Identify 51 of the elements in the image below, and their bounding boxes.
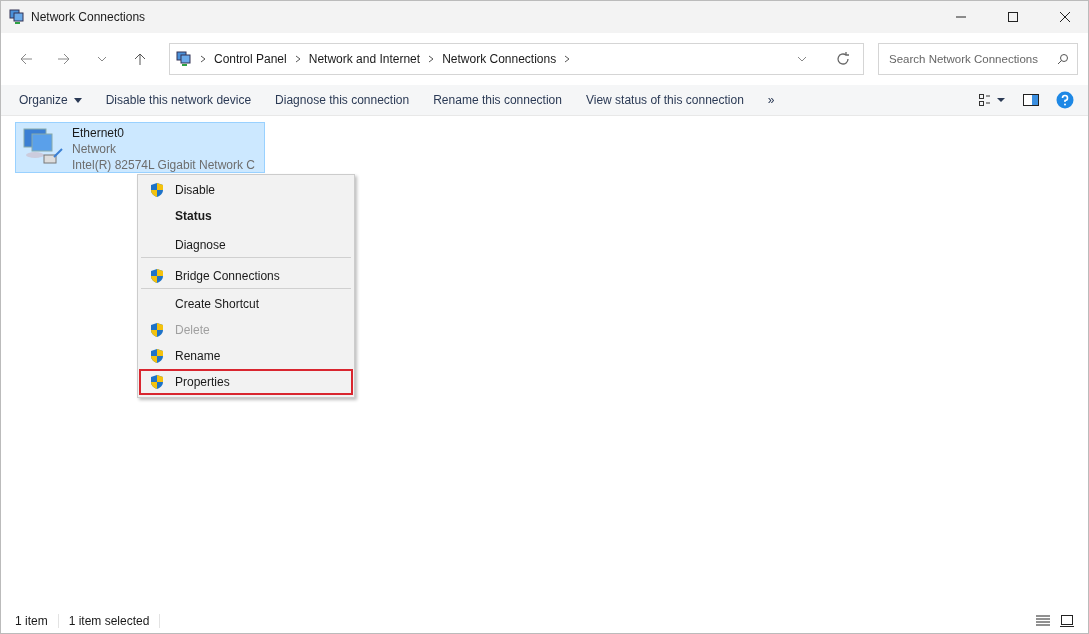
network-icon — [176, 51, 192, 67]
device-name: Intel(R) 82574L Gigabit Network C — [72, 157, 255, 173]
toolbar-button[interactable]: » — [757, 89, 785, 111]
large-icons-view-icon[interactable] — [1060, 615, 1074, 627]
chevron-icon — [294, 55, 301, 63]
connection-status: Network — [72, 141, 117, 157]
menu-item[interactable]: Bridge Connections — [139, 260, 353, 291]
menu-item[interactable]: Diagnose — [139, 229, 353, 260]
search-icon — [1057, 53, 1069, 65]
connection-name: Ethernet0 — [72, 125, 126, 141]
network-icon — [9, 9, 25, 25]
up-arrow-icon — [133, 52, 147, 66]
toolbar-button[interactable]: View status of this connection — [575, 89, 754, 111]
selection-count: 1 item selected — [68, 614, 161, 628]
chevron-icon — [200, 55, 206, 63]
left-arrow-icon — [19, 52, 33, 66]
view-options-icon — [979, 94, 1005, 106]
dropdown-icon — [73, 97, 82, 103]
chevron-down-icon — [97, 54, 107, 64]
shield-icon — [149, 348, 165, 364]
preview-pane-icon — [1023, 94, 1039, 106]
details-view-icon[interactable] — [1036, 615, 1050, 627]
shield-icon — [149, 374, 165, 390]
breadcrumb[interactable]: Control Panel — [214, 52, 287, 66]
breadcrumb[interactable]: Network and Internet — [308, 52, 421, 66]
toolbar-button[interactable]: Disable this network device — [95, 89, 262, 111]
refresh-icon[interactable] — [835, 51, 851, 67]
shield-icon — [149, 322, 165, 338]
toolbar-button[interactable]: Organize — [9, 89, 92, 111]
search-field[interactable]: Search Network Connections — [878, 43, 1078, 75]
breadcrumb[interactable]: Network Connections — [442, 52, 557, 66]
help-icon — [1056, 91, 1074, 109]
window-title: Network Connections — [31, 10, 147, 24]
item-count: 1 item — [15, 614, 59, 628]
maximize-icon — [1007, 11, 1019, 23]
menu-item[interactable]: Disable — [139, 177, 353, 203]
shield-icon — [149, 267, 165, 284]
chevron-icon — [564, 55, 571, 63]
menu-item[interactable]: Status — [139, 203, 353, 229]
close-icon — [1059, 11, 1071, 23]
right-arrow-icon — [57, 52, 71, 66]
dropdown-icon[interactable] — [797, 55, 807, 63]
shield-icon — [149, 182, 165, 198]
menu-item[interactable]: Rename — [139, 343, 353, 369]
toolbar-button[interactable]: Diagnose this connection — [265, 89, 420, 111]
menu-item[interactable]: Properties — [139, 369, 353, 395]
connection-item[interactable]: Ethernet0 Network Intel(R) 82574L Gigabit Network C — [15, 122, 265, 173]
toolbar-button[interactable]: Rename this connection — [423, 89, 572, 111]
chevron-icon — [428, 55, 435, 63]
address-bar[interactable]: Control Panel Network and Internet Network Connections — [169, 43, 864, 75]
menu-item[interactable]: Create Shortcut — [139, 291, 353, 317]
